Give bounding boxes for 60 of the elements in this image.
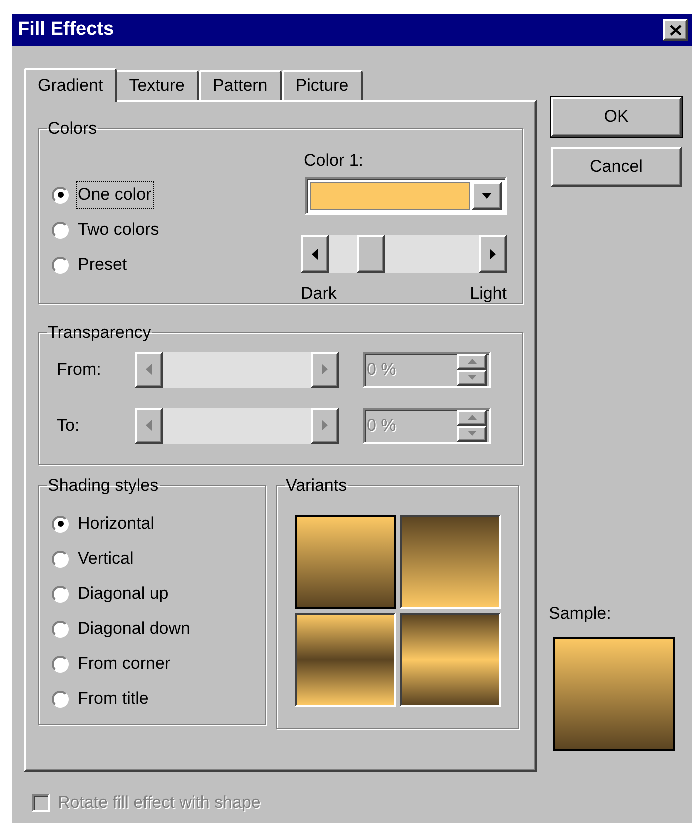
light-label: Light	[470, 283, 507, 305]
left-arrow-icon	[146, 420, 152, 431]
right-arrow-icon	[322, 364, 328, 375]
radio-label: Diagonal up	[77, 583, 170, 606]
radio-button[interactable]	[52, 222, 69, 238]
dark-label: Dark	[301, 283, 337, 305]
radio-label: From corner	[77, 653, 172, 676]
radio-label: Diagonal down	[77, 618, 192, 640]
right-arrow-icon	[322, 420, 328, 431]
window-title: Fill Effects	[18, 18, 114, 42]
left-arrow-icon	[146, 364, 152, 375]
radio-button[interactable]	[52, 256, 69, 274]
radio-label: Two colors	[77, 219, 160, 242]
group-title: Transparency	[47, 322, 152, 344]
radio-button[interactable]	[52, 586, 69, 602]
right-arrow-icon	[490, 248, 496, 260]
tab[interactable]: Pattern	[198, 70, 282, 100]
dropdown-button[interactable]	[472, 182, 502, 210]
sample-label: Sample:	[549, 603, 612, 625]
radio-button[interactable]	[52, 656, 69, 672]
gradient-variant[interactable]	[400, 514, 501, 608]
left-arrow-icon	[312, 248, 318, 260]
color-label: Color 1:	[304, 150, 365, 172]
group-title: Colors	[47, 118, 98, 140]
tab[interactable]: Gradient	[24, 68, 118, 102]
radio-button[interactable]	[52, 516, 69, 532]
radio-label: One color	[77, 182, 153, 208]
scroll-left-button[interactable]	[301, 235, 329, 273]
up-arrow-icon	[468, 359, 476, 364]
down-arrow-icon	[468, 431, 476, 436]
close-button[interactable]	[663, 19, 688, 41]
transparency-label: From:	[56, 358, 102, 381]
radio-label: Preset	[77, 254, 128, 276]
gradient-variant[interactable]	[400, 612, 501, 706]
radio-label: Horizontal	[77, 513, 156, 536]
up-arrow-icon	[468, 415, 476, 420]
radio-button[interactable]	[52, 620, 69, 638]
slider-thumb[interactable]	[357, 235, 386, 273]
transparency-label: To:	[56, 414, 81, 437]
scroll-right-button[interactable]	[479, 235, 507, 273]
gradient-variant[interactable]	[295, 514, 396, 608]
gradient-variant[interactable]	[295, 612, 396, 706]
color-dropdown[interactable]	[305, 177, 507, 215]
radio-label: Vertical	[77, 548, 135, 570]
group-title: Shading styles	[47, 475, 160, 497]
tab[interactable]: Texture	[115, 70, 199, 100]
checkbox-label: Rotate fill effect with shape	[58, 792, 261, 814]
radio-button[interactable]	[52, 550, 69, 568]
caret-icon	[482, 193, 492, 199]
spin-value: 0 %	[367, 414, 396, 437]
group-title: Variants	[285, 475, 348, 497]
down-arrow-icon	[468, 375, 476, 380]
close-icon	[670, 24, 682, 36]
dialog-button[interactable]: OK	[551, 97, 682, 137]
radio-button[interactable]	[52, 690, 69, 708]
spin-value: 0 %	[367, 358, 396, 381]
dialog-button[interactable]: Cancel	[551, 147, 682, 187]
radio-button[interactable]	[52, 186, 69, 204]
tab[interactable]: Picture	[282, 70, 363, 100]
radio-label: From title	[77, 688, 150, 710]
